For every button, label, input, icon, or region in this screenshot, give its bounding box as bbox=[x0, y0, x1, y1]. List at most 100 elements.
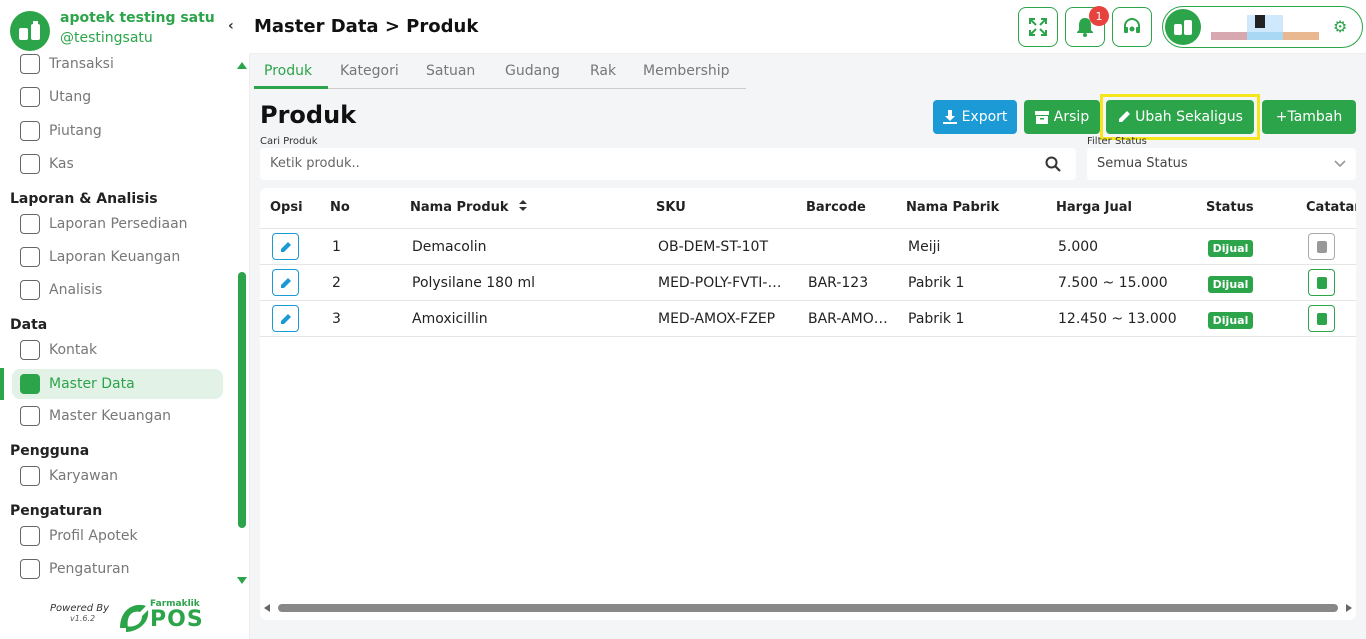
tab-rak[interactable]: Rak bbox=[590, 63, 616, 79]
table-row: 1 Demacolin OB-DEM-ST-10T Meiji 5.000 Di… bbox=[260, 229, 1356, 265]
pharmacy-username: @testingsatu bbox=[60, 30, 153, 46]
active-tab-underline bbox=[254, 86, 328, 89]
users-icon bbox=[20, 466, 40, 486]
column-header: No bbox=[330, 200, 350, 215]
column-header: Barcode bbox=[806, 200, 866, 215]
cell-harga: 5.000 bbox=[1058, 239, 1099, 255]
edit-button[interactable] bbox=[272, 233, 299, 260]
profile-name-redacted bbox=[1211, 15, 1319, 40]
export-button[interactable]: Export bbox=[933, 100, 1017, 134]
sidebar-item-laporan-keuangan[interactable]: Laporan Keuangan bbox=[20, 244, 180, 270]
cell-harga: 12.450 ~ 13.000 bbox=[1058, 311, 1177, 327]
brand-header: apotek testing satu @testingsatu ‹ bbox=[0, 0, 250, 54]
support-button[interactable] bbox=[1112, 7, 1152, 47]
sidebar-scrollbar[interactable] bbox=[238, 272, 246, 528]
note-button[interactable] bbox=[1308, 269, 1335, 296]
cell-sku: OB-DEM-ST-10T bbox=[658, 239, 769, 255]
column-header: Nama Pabrik bbox=[906, 200, 1000, 215]
section-data: Data bbox=[10, 317, 48, 333]
cash-icon bbox=[20, 154, 40, 174]
tab-satuan[interactable]: Satuan bbox=[426, 63, 475, 79]
sidebar-item-piutang[interactable]: Piutang bbox=[20, 118, 102, 144]
sidebar-item-laporan-persediaan[interactable]: Laporan Persediaan bbox=[20, 211, 188, 237]
database-icon bbox=[20, 374, 40, 394]
search-input[interactable] bbox=[270, 156, 1030, 171]
exchange-icon bbox=[20, 54, 40, 74]
edit-button[interactable] bbox=[272, 269, 299, 296]
status-badge: Dijual bbox=[1208, 240, 1253, 257]
tab-produk[interactable]: Produk bbox=[264, 63, 312, 79]
active-indicator bbox=[0, 368, 4, 400]
column-header: SKU bbox=[656, 200, 686, 215]
clipboard-icon bbox=[20, 247, 40, 267]
scroll-up-arrow-icon[interactable] bbox=[237, 62, 247, 69]
cell-pabrik: Meiji bbox=[908, 239, 941, 255]
sidebar-item-utang[interactable]: Utang bbox=[20, 84, 91, 110]
sidebar-item-pengaturan[interactable]: Pengaturan bbox=[20, 556, 129, 582]
profile-menu[interactable]: ⚙ bbox=[1162, 6, 1363, 48]
fullscreen-icon bbox=[1029, 18, 1047, 36]
sidebar-item-kas[interactable]: Kas bbox=[20, 151, 74, 177]
sidebar-item-karyawan[interactable]: Karyawan bbox=[20, 463, 118, 489]
scroll-down-arrow-icon[interactable] bbox=[237, 577, 247, 584]
cell-harga: 7.500 ~ 15.000 bbox=[1058, 275, 1168, 291]
edit-button[interactable] bbox=[272, 305, 299, 332]
scroll-left-arrow-icon[interactable] bbox=[264, 604, 270, 612]
horizontal-scroll-thumb[interactable] bbox=[278, 604, 1338, 612]
section-pengaturan: Pengaturan bbox=[10, 503, 103, 519]
tab-membership[interactable]: Membership bbox=[643, 63, 730, 79]
cell-name: Polysilane 180 ml bbox=[412, 275, 535, 291]
cell-pabrik: Pabrik 1 bbox=[908, 311, 965, 327]
section-pengguna: Pengguna bbox=[10, 443, 90, 459]
tab-kategori[interactable]: Kategori bbox=[340, 63, 399, 79]
fullscreen-button[interactable] bbox=[1018, 7, 1058, 47]
pencil-icon bbox=[1119, 111, 1131, 122]
tambah-button[interactable]: +Tambah bbox=[1262, 100, 1356, 134]
pencil-icon bbox=[280, 313, 291, 324]
sidebar: apotek testing satu @testingsatu ‹ Trans… bbox=[0, 0, 250, 639]
column-header-sortable[interactable]: Nama Produk bbox=[410, 200, 528, 215]
pharmacy-logo-icon bbox=[10, 11, 50, 51]
note-button[interactable] bbox=[1308, 233, 1335, 260]
filter-label: Filter Status bbox=[1087, 136, 1147, 147]
search-label: Cari Produk bbox=[260, 136, 318, 147]
cell-barcode: BAR-AMO… bbox=[808, 311, 888, 327]
wallet-icon bbox=[20, 406, 40, 426]
table-horizontal-scrollbar[interactable] bbox=[262, 602, 1354, 614]
sidebar-item-kontak[interactable]: Kontak bbox=[20, 337, 97, 363]
sidebar-item-master-data[interactable]: Master Data bbox=[12, 369, 223, 399]
activity-icon bbox=[20, 280, 40, 300]
collapse-sidebar-icon[interactable]: ‹ bbox=[228, 18, 234, 34]
sidebar-item-analisis[interactable]: Analisis bbox=[20, 277, 102, 303]
sidebar-item-profil-apotek[interactable]: Profil Apotek bbox=[20, 523, 138, 549]
status-filter-select[interactable]: Semua Status bbox=[1087, 148, 1356, 180]
arsip-button[interactable]: Arsip bbox=[1024, 100, 1100, 134]
note-icon bbox=[1316, 276, 1327, 289]
note-icon bbox=[1316, 312, 1327, 325]
cell-sku: MED-AMOX-FZEP bbox=[658, 311, 776, 327]
logo-pos-text: POS bbox=[150, 607, 204, 632]
chevron-down-icon bbox=[1334, 160, 1346, 168]
store-icon bbox=[20, 526, 40, 546]
column-header: Catatan bbox=[1306, 200, 1356, 215]
note-button[interactable] bbox=[1308, 305, 1335, 332]
cell-no: 2 bbox=[332, 275, 341, 291]
product-table: Opsi No Nama Produk SKU Barcode Nama Pab… bbox=[260, 188, 1356, 620]
column-header: Opsi bbox=[270, 200, 303, 215]
tab-gudang[interactable]: Gudang bbox=[505, 63, 560, 79]
powered-by: Powered By bbox=[50, 603, 110, 614]
table-row: 3 Amoxicillin MED-AMOX-FZEP BAR-AMO… Pab… bbox=[260, 301, 1356, 337]
sidebar-item-transaksi[interactable]: Transaksi bbox=[20, 51, 114, 77]
cell-barcode: BAR-123 bbox=[808, 275, 869, 291]
column-header: Harga Jual bbox=[1056, 200, 1132, 215]
column-header: Status bbox=[1206, 200, 1254, 215]
sort-icon bbox=[519, 200, 528, 211]
gear-icon[interactable]: ⚙ bbox=[1333, 17, 1347, 36]
cell-pabrik: Pabrik 1 bbox=[908, 275, 965, 291]
scroll-right-arrow-icon[interactable] bbox=[1346, 604, 1352, 612]
ubah-sekaligus-button[interactable]: Ubah Sekaligus bbox=[1106, 100, 1254, 134]
search-icon[interactable] bbox=[1045, 156, 1061, 172]
receipt-icon bbox=[20, 87, 40, 107]
sidebar-item-master-keuangan[interactable]: Master Keuangan bbox=[20, 403, 171, 429]
pencil-icon bbox=[280, 277, 291, 288]
